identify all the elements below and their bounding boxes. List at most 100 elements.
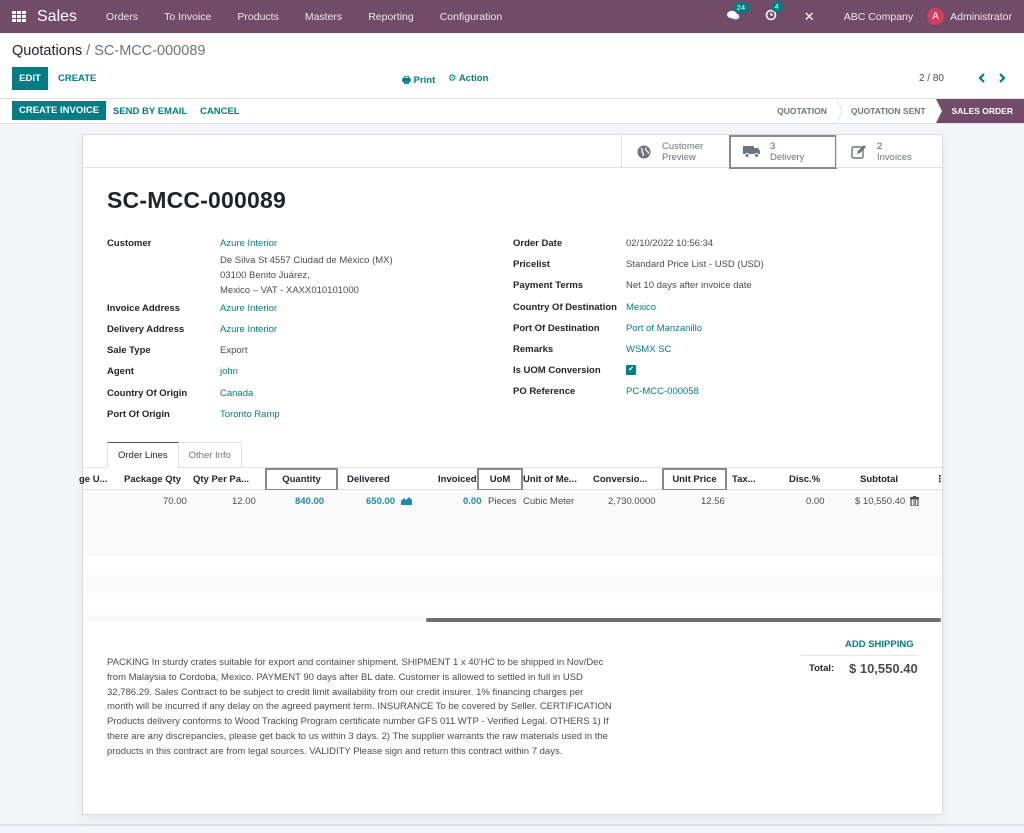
col-unit-of-measure[interactable]: Unit of Me... — [523, 474, 577, 485]
remarks-label: Remarks — [513, 344, 554, 355]
col-uom[interactable]: UoM — [477, 468, 523, 491]
checkmark-icon: ✔ — [628, 366, 634, 373]
pager-next-button[interactable] — [998, 71, 1006, 86]
country-origin-label: Country Of Origin — [107, 388, 188, 399]
table-empty-row — [83, 574, 942, 594]
invoices-button[interactable]: 2 Invoices — [836, 135, 942, 168]
menu-reporting[interactable]: Reporting — [368, 11, 414, 23]
agent-label: Agent — [107, 366, 134, 377]
col-package-unit[interactable]: ge U... — [79, 474, 108, 485]
port-origin-field[interactable]: Toronto Ramp — [220, 409, 280, 420]
statusbar: CREATE INVOICE SEND BY EMAIL CANCEL QUOT… — [0, 99, 1024, 124]
user-avatar[interactable]: A — [927, 8, 945, 25]
cell-delivered[interactable]: 650.00 — [366, 496, 395, 507]
action-button[interactable]: ⚙ Action — [448, 73, 488, 84]
invoice-address-field[interactable]: Azure Interior — [220, 303, 277, 314]
customer-label: Customer — [107, 238, 152, 249]
country-destination-label: Country Of Destination — [513, 302, 617, 313]
cancel-button[interactable]: CANCEL — [200, 106, 240, 117]
print-button[interactable]: 🖶 Print — [402, 73, 435, 89]
cell-qty-per-package: 12.00 — [232, 496, 256, 507]
country-destination-field[interactable]: Mexico — [626, 302, 656, 313]
col-package-qty[interactable]: Package Qty — [124, 474, 181, 485]
uom-conversion-checkbox[interactable]: ✔ — [626, 365, 636, 375]
activities-button[interactable]: 4 — [765, 1, 783, 24]
customer-field[interactable]: Azure Interior — [220, 238, 277, 249]
tab-other-info[interactable]: Other Info — [178, 442, 242, 468]
menu-configuration[interactable]: Configuration — [440, 11, 502, 23]
pager-previous-button[interactable] — [978, 71, 986, 86]
col-discount[interactable]: Disc.% — [789, 474, 820, 485]
preview-line2: Preview — [662, 151, 696, 163]
gear-icon: ⚙ — [448, 73, 459, 84]
breadcrumb: Quotations / SC-MCC-000089 — [12, 43, 205, 59]
remarks-field[interactable]: WSMX SC — [626, 344, 671, 355]
agent-field[interactable]: john — [220, 366, 238, 377]
stage-quotation[interactable]: QUOTATION — [763, 99, 843, 123]
apps-menu-icon[interactable] — [12, 10, 26, 23]
table-header: ge U... Package Qty Qty Per Pa... Quanti… — [79, 468, 945, 491]
stage-quotation-sent[interactable]: QUOTATION SENT — [837, 99, 942, 123]
cell-unit-of-measure: Cubic Meter — [523, 496, 575, 507]
col-unit-price[interactable]: Unit Price — [662, 468, 727, 491]
cell-invoiced[interactable]: 0.00 — [463, 496, 482, 507]
action-label: Action — [458, 73, 489, 84]
country-origin-field[interactable]: Canada — [220, 388, 253, 399]
create-invoice-button[interactable]: CREATE INVOICE — [12, 101, 107, 120]
customer-address-line1: De Silva St 4557 Ciudad de México (MX) — [220, 255, 393, 266]
cell-quantity[interactable]: 840.00 — [295, 496, 324, 507]
total-divider — [801, 655, 918, 656]
invoices-label: Invoices — [877, 151, 912, 163]
menu-orders[interactable]: Orders — [106, 11, 138, 23]
form-sheet: Customer Preview 3 Delivery 2 Invoices SC-M… — [79, 134, 945, 815]
col-invoiced[interactable]: Invoiced — [438, 474, 477, 485]
port-origin-label: Port Of Origin — [107, 409, 170, 420]
pencil-square-icon — [849, 144, 869, 160]
po-reference-label: PO Reference — [513, 386, 576, 397]
pager-value[interactable]: 2 / 80 — [919, 73, 944, 84]
cell-discount: 0.00 — [806, 496, 825, 507]
edit-button[interactable]: EDIT — [12, 67, 48, 90]
create-button[interactable]: CREATE — [58, 73, 96, 84]
port-destination-field[interactable]: Port of Manzanillo — [626, 323, 702, 334]
trash-icon[interactable] — [910, 496, 919, 509]
app-name[interactable]: Sales — [37, 8, 77, 26]
col-qty-per-package[interactable]: Qty Per Pa... — [193, 474, 249, 485]
user-menu[interactable]: Administrator — [950, 11, 1012, 23]
invoice-address-label: Invoice Address — [107, 303, 181, 314]
col-quantity[interactable]: Quantity — [265, 468, 338, 491]
col-conversion[interactable]: Conversio... — [593, 474, 647, 485]
breadcrumb-quotations[interactable]: Quotations — [12, 43, 82, 59]
chevron-left-icon — [978, 73, 985, 83]
activities-badge: 4 — [770, 1, 783, 12]
control-panel: Quotations / SC-MCC-000089 EDIT CREATE 🖶… — [0, 33, 1024, 99]
order-title: SC-MCC-000089 — [107, 187, 286, 213]
po-reference-field[interactable]: PC-MCC-000058 — [626, 386, 699, 397]
cell-conversion: 2,730.0000 — [608, 496, 656, 507]
company-switcher[interactable]: ABC Company — [844, 11, 913, 23]
delivery-highlight-box — [729, 135, 837, 169]
top-navbar: Sales Orders To Invoice Products Masters… — [0, 0, 1024, 33]
add-shipping-button[interactable]: ADD SHIPPING — [845, 639, 914, 650]
cell-uom: Pieces — [488, 496, 517, 507]
messages-button[interactable]: 24 — [726, 1, 750, 24]
invoices-count: 2 — [877, 140, 883, 152]
tab-order-lines[interactable]: Order Lines — [107, 442, 179, 468]
stage-sales-order[interactable]: SALES ORDER — [935, 99, 1024, 123]
menu-masters[interactable]: Masters — [305, 11, 342, 23]
col-delivered[interactable]: Delivered — [347, 474, 390, 485]
forecast-chart-icon[interactable] — [401, 496, 412, 508]
col-taxes[interactable]: Tax... — [732, 474, 756, 485]
debug-tools-icon[interactable]: ✕ — [804, 9, 815, 25]
send-by-email-button[interactable]: SEND BY EMAIL — [113, 106, 187, 117]
total-label: Total: — [809, 663, 835, 674]
order-date-field: 02/10/2022 10:56:34 — [626, 238, 714, 249]
optional-columns-icon[interactable]: ⋮ — [935, 474, 945, 485]
menu-to-invoice[interactable]: To Invoice — [164, 11, 211, 23]
delivery-address-field[interactable]: Azure Interior — [220, 324, 277, 335]
horizontal-scrollbar[interactable] — [426, 618, 941, 622]
col-subtotal[interactable]: Subtotal — [860, 474, 898, 485]
customer-preview-button[interactable]: Customer Preview — [621, 135, 729, 168]
globe-icon — [634, 144, 654, 160]
menu-products[interactable]: Products — [237, 11, 278, 23]
